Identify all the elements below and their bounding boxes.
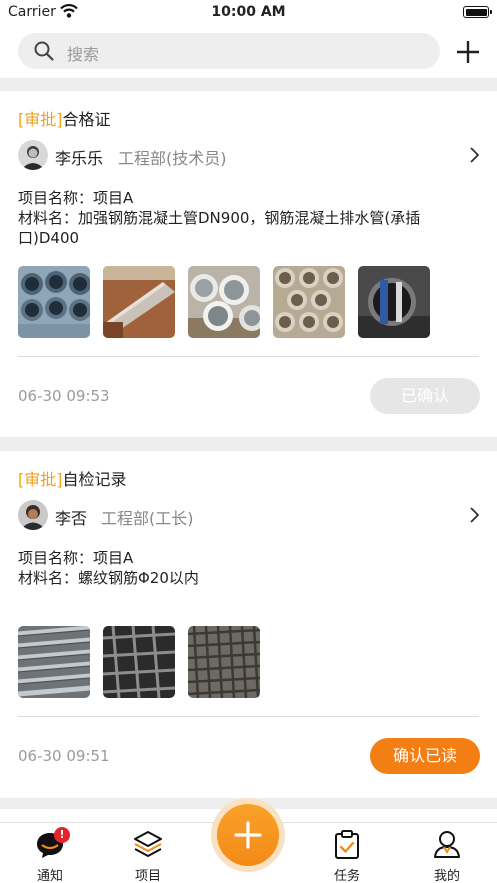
tab-label: 项目 bbox=[134, 869, 161, 883]
top-bar: 搜索 bbox=[0, 26, 497, 78]
battery-icon bbox=[463, 6, 492, 18]
plus-icon bbox=[234, 821, 262, 849]
confirmed-button[interactable]: 已确认 bbox=[370, 378, 480, 414]
photo-thumbnail[interactable] bbox=[18, 626, 90, 698]
card-timestamp: 06-30 09:53 bbox=[18, 387, 110, 405]
approval-card[interactable]: [审批]自检记录 李否 工程部(工长) 项目名称：项目A 材料名：螺纹钢筋Φ20… bbox=[0, 451, 497, 798]
author-dept: 工程部(工长) bbox=[101, 509, 194, 528]
tab-projects[interactable]: 项目 bbox=[108, 829, 188, 883]
tab-label: 我的 bbox=[433, 869, 460, 883]
card-info: 项目名称：项目A 材料名：加强钢筋混凝土管DN900，钢筋混凝土排水管(承插 口… bbox=[18, 188, 480, 248]
author-name: 李否 bbox=[55, 509, 88, 528]
card-title: [审批]合格证 bbox=[18, 110, 111, 129]
chevron-right-icon bbox=[470, 507, 480, 523]
author-row[interactable]: 李乐乐 工程部(技术员) bbox=[18, 140, 480, 172]
card-info: 项目名称：项目A 材料名：螺纹钢筋Φ20以内 bbox=[18, 548, 480, 588]
project-line: 项目名称：项目A bbox=[18, 549, 134, 567]
card-title-text: 自检记录 bbox=[62, 470, 127, 489]
tab-label: 通知 bbox=[36, 869, 63, 883]
author-name: 李乐乐 bbox=[55, 149, 104, 168]
confirm-read-button[interactable]: 确认已读 bbox=[370, 738, 480, 774]
photo-thumbnail[interactable] bbox=[103, 626, 175, 698]
search-input[interactable]: 搜索 bbox=[18, 33, 440, 69]
add-icon[interactable] bbox=[454, 38, 482, 66]
photo-thumbnail[interactable] bbox=[188, 626, 260, 698]
divider bbox=[18, 356, 479, 357]
material-line: 材料名：螺纹钢筋Φ20以内 bbox=[18, 569, 199, 587]
tab-notifications[interactable]: ! 通知 bbox=[10, 827, 90, 883]
card-title: [审批]自检记录 bbox=[18, 470, 127, 489]
clipboard-check-icon bbox=[335, 830, 359, 859]
card-tag: 审批 bbox=[24, 110, 57, 129]
card-title-text: 合格证 bbox=[62, 110, 111, 129]
avatar bbox=[18, 500, 48, 530]
add-button[interactable] bbox=[217, 804, 279, 866]
photo-thumbnail[interactable] bbox=[358, 266, 430, 338]
author-row[interactable]: 李否 工程部(工长) bbox=[18, 500, 480, 532]
material-line-cont: 口)D400 bbox=[18, 229, 80, 247]
photo-thumbnail[interactable] bbox=[103, 266, 175, 338]
search-placeholder: 搜索 bbox=[67, 45, 100, 64]
tab-label: 任务 bbox=[333, 869, 360, 883]
status-bar: Carrier 10:00 AM bbox=[0, 0, 497, 26]
approval-card[interactable]: [审批]合格证 李乐乐 工程部(技术员) 项目名称：项目A 材料名：加强钢筋混凝… bbox=[0, 91, 497, 437]
notification-badge: ! bbox=[54, 827, 70, 843]
author-dept: 工程部(技术员) bbox=[118, 149, 227, 168]
clock: 10:00 AM bbox=[211, 4, 286, 20]
photo-thumbnail[interactable] bbox=[188, 266, 260, 338]
tab-profile[interactable]: 我的 bbox=[407, 829, 487, 883]
photo-thumbnail[interactable] bbox=[273, 266, 345, 338]
photo-thumbnail[interactable] bbox=[18, 266, 90, 338]
project-line: 项目名称：项目A bbox=[18, 189, 134, 207]
material-line: 材料名：加强钢筋混凝土管DN900，钢筋混凝土排水管(承插 bbox=[18, 209, 421, 227]
divider bbox=[18, 716, 479, 717]
layers-icon bbox=[134, 831, 162, 857]
card-timestamp: 06-30 09:51 bbox=[18, 747, 110, 765]
avatar bbox=[18, 140, 48, 170]
user-icon bbox=[434, 831, 460, 858]
chevron-right-icon bbox=[470, 147, 480, 163]
search-icon bbox=[34, 41, 54, 61]
tab-tasks[interactable]: 任务 bbox=[307, 829, 387, 883]
card-tag: 审批 bbox=[24, 470, 57, 489]
